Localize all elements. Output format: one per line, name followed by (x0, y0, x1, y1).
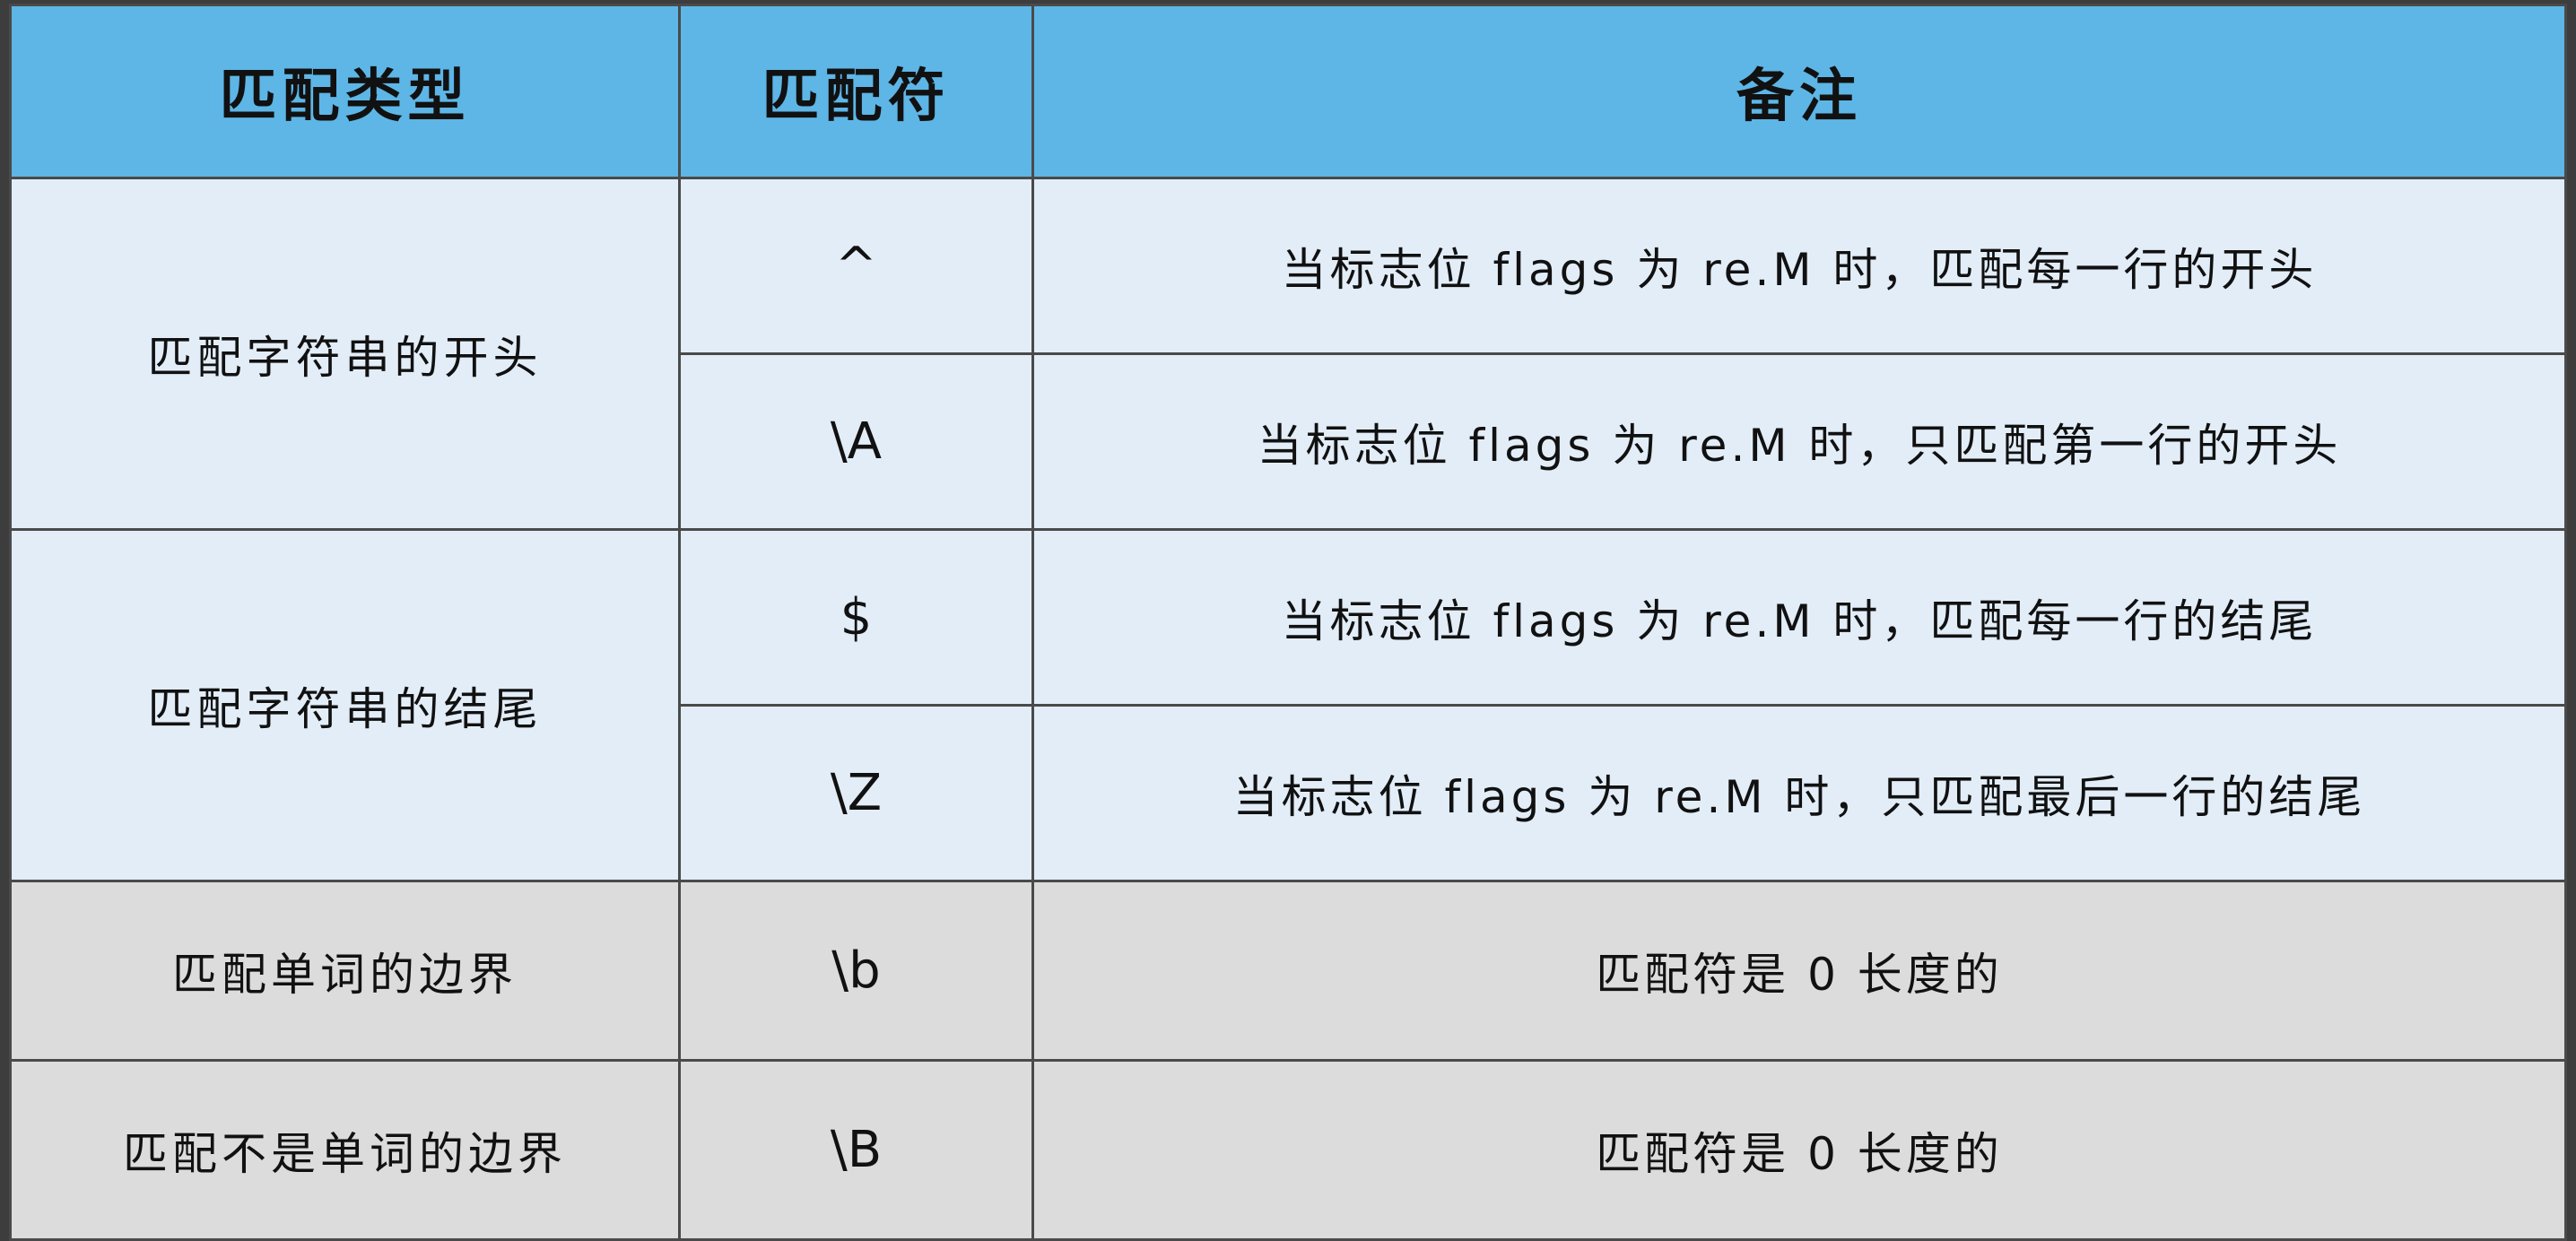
header-match-symbol: 匹配符 (678, 4, 1034, 179)
note-cell: 当标志位 flags 为 re.M 时，只匹配最后一行的结尾 (1031, 704, 2567, 882)
table-header-row: 匹配类型 匹配符 备注 (9, 4, 2567, 179)
note-cell: 匹配符是 0 长度的 (1031, 880, 2567, 1062)
symbol-cell: \b (678, 880, 1034, 1062)
slide-frame: 匹配类型 匹配符 备注 匹配字符串的开头 ^ 当标志位 flags 为 re.M… (0, 0, 2576, 1241)
table-row: 匹配字符串的结尾 $ 当标志位 flags 为 re.M 时，匹配每一行的结尾 (9, 528, 2567, 882)
type-cell-string-end: 匹配字符串的结尾 (9, 528, 681, 882)
symbol-cell: ^ (678, 177, 1034, 355)
header-note: 备注 (1031, 4, 2567, 179)
table-row: 匹配单词的边界 \b 匹配符是 0 长度的 (9, 880, 2567, 1062)
symbol-cell: \Z (678, 704, 1034, 882)
note-cell: 当标志位 flags 为 re.M 时，只匹配第一行的开头 (1031, 352, 2567, 531)
symbol-cell: $ (678, 528, 1034, 707)
header-match-type: 匹配类型 (9, 4, 681, 179)
note-cell: 当标志位 flags 为 re.M 时，匹配每一行的开头 (1031, 177, 2567, 355)
regex-anchor-table: 匹配类型 匹配符 备注 匹配字符串的开头 ^ 当标志位 flags 为 re.M… (9, 4, 2567, 1241)
note-cell: 匹配符是 0 长度的 (1031, 1059, 2567, 1241)
symbol-cell: \A (678, 352, 1034, 531)
note-cell: 当标志位 flags 为 re.M 时，匹配每一行的结尾 (1031, 528, 2567, 707)
type-cell-string-start: 匹配字符串的开头 (9, 177, 681, 531)
type-cell-word-boundary: 匹配单词的边界 (9, 880, 681, 1062)
table-row: 匹配字符串的开头 ^ 当标志位 flags 为 re.M 时，匹配每一行的开头 (9, 177, 2567, 531)
type-cell-non-word-boundary: 匹配不是单词的边界 (9, 1059, 681, 1241)
table-row: 匹配不是单词的边界 \B 匹配符是 0 长度的 (9, 1059, 2567, 1241)
symbol-cell: \B (678, 1059, 1034, 1241)
